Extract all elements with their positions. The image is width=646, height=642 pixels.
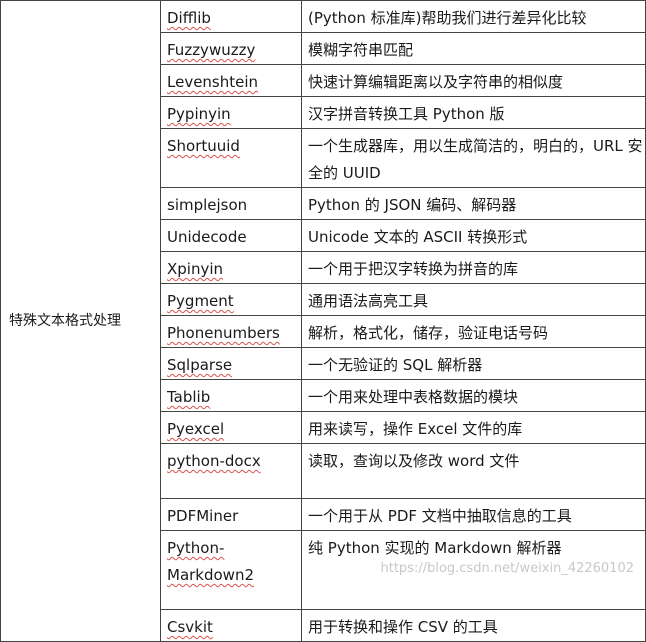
library-description: 模糊字符串匹配 [301, 32, 646, 65]
library-description: 读取，查询以及修改 word 文件 [301, 443, 646, 499]
library-description: 快速计算编辑距离以及字符串的相似度 [301, 64, 646, 97]
library-description: 一个用于从 PDF 文档中抽取信息的工具 [301, 498, 646, 531]
library-name: Levenshtein [160, 64, 302, 97]
library-name: Tablib [160, 379, 302, 412]
library-name: Csvkit [160, 609, 302, 642]
category-cell: 特殊文本格式处理 [0, 0, 161, 642]
library-name: Shortuuid [160, 128, 302, 188]
library-name: Phonenumbers [160, 315, 302, 348]
library-name: PDFMiner [160, 498, 302, 531]
library-table: 特殊文本格式处理 Difflib (Python 标准库)帮助我们进行差异化比较… [0, 0, 646, 642]
library-name: Pygment [160, 283, 302, 316]
library-name: Difflib [160, 0, 302, 33]
library-name: Fuzzywuzzy [160, 32, 302, 65]
library-description: (Python 标准库)帮助我们进行差异化比较 [301, 0, 646, 33]
library-name: simplejson [160, 187, 302, 220]
library-description: 一个用于把汉字转换为拼音的库 [301, 251, 646, 284]
library-description: Unicode 文本的 ASCII 转换形式 [301, 219, 646, 252]
library-description: 用于转换和操作 CSV 的工具 [301, 609, 646, 642]
library-description: 解析，格式化，储存，验证电话号码 [301, 315, 646, 348]
library-description: 汉字拼音转换工具 Python 版 [301, 96, 646, 129]
library-name: Xpinyin [160, 251, 302, 284]
library-name: Pyexcel [160, 411, 302, 444]
library-description: 通用语法高亮工具 [301, 283, 646, 316]
library-description: Python 的 JSON 编码、解码器 [301, 187, 646, 220]
library-description: 一个生成器库，用以生成简洁的，明白的，URL 安全的 UUID [301, 128, 646, 188]
library-name: Sqlparse [160, 347, 302, 380]
table-row: 特殊文本格式处理 Difflib (Python 标准库)帮助我们进行差异化比较 [0, 0, 646, 642]
library-name: Unidecode [160, 219, 302, 252]
watermark: https://blog.csdn.net/weixin_42260102 [380, 561, 634, 576]
library-name: Python-Markdown2 [160, 530, 302, 610]
library-description: 一个无验证的 SQL 解析器 [301, 347, 646, 380]
library-name: python-docx [160, 443, 302, 499]
library-name: Pypinyin [160, 96, 302, 129]
library-description: 一个用来处理中表格数据的模块 [301, 379, 646, 412]
library-description: 用来读写，操作 Excel 文件的库 [301, 411, 646, 444]
